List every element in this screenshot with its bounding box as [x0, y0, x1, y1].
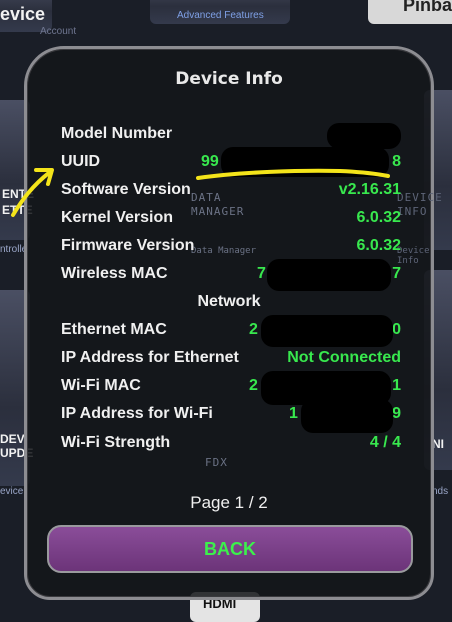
bg-device-info-small-faint: Device Info [397, 246, 430, 266]
bg-left-tile2-small: evice [0, 486, 24, 497]
row-label: Firmware Version [61, 237, 195, 254]
row-wifi-mac: Wi-Fi MAC 2 1 [61, 371, 401, 405]
row-label: Wi-Fi Strength [61, 434, 171, 451]
row-label: IP Address for Wi-Fi [61, 405, 213, 422]
row-label: Kernel Version [61, 209, 174, 226]
bg-device-info-faint: DEVICE INFO [397, 191, 443, 218]
row-label: Wi-Fi MAC [61, 377, 141, 394]
redaction-mark [221, 147, 389, 177]
row-label: Ethernet MAC [61, 321, 167, 338]
bg-top-left-small: Account [40, 26, 77, 37]
row-wifi-strength: Wi-Fi Strength 4 / 4 [61, 434, 401, 458]
redaction-mark [261, 315, 393, 347]
row-value-end: 1 [392, 377, 401, 394]
row-value-start: 1 [289, 405, 298, 422]
row-label: Model Number [61, 125, 173, 142]
bg-top-center-small: Advanced Features [177, 10, 264, 21]
bg-right-tile2-small: nds [432, 486, 449, 497]
row-value-start: 99 [201, 153, 219, 170]
device-info-dialog: DATA MANAGER Data Manager DEVICE INFO De… [24, 46, 442, 600]
row-value-start: 7 [257, 265, 266, 282]
row-uuid: UUID 99 8 [61, 147, 401, 177]
bg-top-right-label: Pinba [403, 0, 452, 15]
row-label: Wireless MAC [61, 265, 168, 282]
row-value: 6.0.32 [356, 209, 401, 226]
network-heading: Network [197, 293, 261, 310]
redaction-mark [327, 123, 401, 149]
row-label: IP Address for Ethernet [61, 349, 239, 366]
row-value-start: 2 [249, 377, 258, 394]
row-firmware-version: Firmware Version 6.0.32 [61, 237, 401, 261]
row-value: Not Connected [287, 349, 401, 366]
row-wireless-mac: Wireless MAC 7 7 [61, 259, 401, 291]
row-ethernet-mac: Ethernet MAC 2 0 [61, 315, 401, 347]
row-value-end: 9 [392, 405, 401, 422]
back-button[interactable]: BACK [47, 525, 413, 573]
row-software-version: Software Version v2.16.31 [61, 181, 401, 205]
row-value-end: 8 [392, 153, 401, 170]
row-value: 4 / 4 [369, 434, 401, 451]
redaction-mark [267, 259, 391, 291]
bg-top-left-label: evice [0, 4, 46, 24]
row-ip-ethernet: IP Address for Ethernet Not Connected [61, 349, 401, 373]
dialog-title: Device Info [175, 69, 283, 89]
row-model-number: Model Number H [61, 123, 401, 149]
row-value-end: 7 [392, 265, 401, 282]
row-value-start: 2 [249, 321, 258, 338]
page-indicator: Page 1 / 2 [190, 493, 268, 512]
row-label: Software Version [61, 181, 191, 198]
row-value-end: 0 [392, 321, 401, 338]
row-label: UUID [61, 153, 101, 170]
redaction-mark [301, 399, 393, 433]
row-kernel-version: Kernel Version 6.0.32 [61, 209, 401, 233]
row-ip-wifi: IP Address for Wi-Fi 1 9 [61, 399, 401, 433]
row-value: v2.16.31 [338, 181, 401, 198]
row-value: 6.0.32 [356, 237, 401, 254]
